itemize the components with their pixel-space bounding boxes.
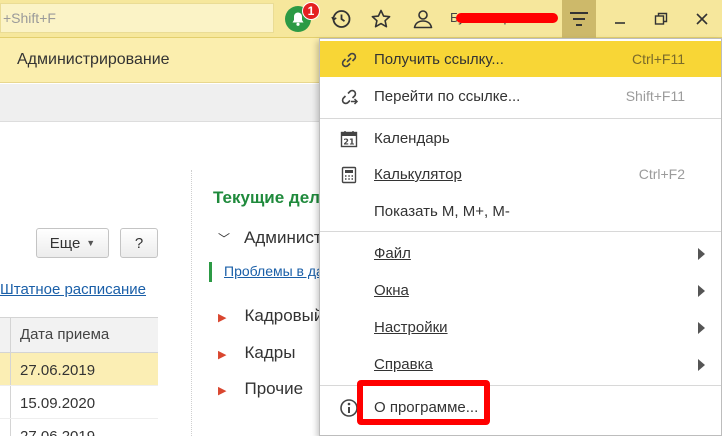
group-label: Прочие — [244, 379, 304, 398]
app-window: +Shift+F 1 Бухгалтер Юлия — [0, 0, 722, 436]
menu-separator — [320, 231, 721, 232]
user-icon — [413, 10, 433, 29]
menu-item-settings[interactable]: Настройки — [320, 309, 721, 345]
menu-item-label: Получить ссылку... — [374, 51, 504, 68]
menu-item-label: Калькулятор — [374, 166, 462, 183]
main-menu-button[interactable] — [562, 0, 596, 38]
table-cell: 27.06.2019 — [20, 362, 96, 379]
submenu-arrow-icon — [698, 322, 705, 334]
employees-table: Дата приема 27.06.2019 15.09.2020 27.06.… — [0, 317, 158, 436]
group-item[interactable]: ▶ Кадровый учет — [218, 306, 319, 326]
go-link-icon — [338, 86, 360, 108]
table-row[interactable]: 15.09.2020 — [0, 386, 158, 419]
menu-item-go-to-link[interactable]: Перейти по ссылке... Shift+F11 — [320, 78, 721, 114]
menu-item-help[interactable]: Справка — [320, 346, 721, 382]
menu-item-get-link[interactable]: Получить ссылку... Ctrl+F11 — [320, 41, 721, 77]
menu-item-label: Показать M, M+, M- — [374, 203, 510, 220]
menu-item-shortcut: Ctrl+F2 — [638, 166, 685, 182]
menu-item-file[interactable]: Файл — [320, 235, 721, 271]
more-button-label: Еще — [49, 234, 81, 252]
user-button[interactable] — [408, 4, 438, 34]
menu-item-label: Настройки — [374, 319, 448, 336]
chevron-down-icon: ▼ — [86, 238, 96, 248]
problems-link[interactable]: Проблемы в данных — [224, 263, 319, 279]
minimize-button[interactable] — [606, 8, 634, 30]
submenu-arrow-icon — [698, 248, 705, 260]
triangle-right-icon: ▶ — [218, 349, 227, 361]
table-header: Дата приема — [0, 317, 158, 353]
menu-item-windows[interactable]: Окна — [320, 272, 721, 308]
group-item[interactable]: ▶ Кадры — [218, 343, 319, 363]
svg-text:21: 21 — [343, 138, 355, 147]
menu-item-label: Справка — [374, 356, 433, 373]
group-label: Кадровый учет — [244, 306, 319, 325]
main-menu-icon — [570, 12, 588, 26]
admin-group-label: Администрирование — [244, 228, 319, 247]
help-button[interactable]: ? — [120, 228, 158, 258]
restore-icon — [654, 12, 668, 25]
history-button[interactable] — [326, 4, 356, 34]
menu-item-calculator[interactable]: Калькулятор Ctrl+F2 — [320, 156, 721, 192]
group-label: Кадры — [244, 343, 296, 362]
current-tasks-title: Текущие дела — [213, 188, 319, 207]
menu-item-shortcut: Ctrl+F11 — [631, 51, 685, 67]
bell-icon: 1 — [285, 2, 320, 32]
close-button[interactable] — [688, 8, 716, 30]
table-row[interactable]: 27.06.2019 — [0, 419, 158, 436]
history-icon — [331, 10, 351, 28]
problems-marker — [209, 262, 212, 282]
calendar-icon: 21 — [338, 128, 360, 150]
table-cell: 15.09.2020 — [20, 395, 96, 412]
table-cell: 27.06.2019 — [11, 419, 158, 436]
table-row[interactable]: 27.06.2019 — [0, 353, 158, 386]
star-icon — [371, 9, 391, 28]
minimize-icon — [615, 22, 625, 24]
triangle-right-icon: ▶ — [218, 385, 227, 397]
section-title[interactable]: Администрирование — [17, 51, 170, 69]
notification-badge: 1 — [302, 2, 320, 20]
chevron-down-icon: ﹀ — [218, 232, 231, 246]
submenu-arrow-icon — [698, 359, 705, 371]
triangle-right-icon: ▶ — [218, 312, 227, 324]
panel-divider — [191, 170, 192, 436]
staff-schedule-link[interactable]: Штатное расписание — [0, 281, 146, 298]
restore-button[interactable] — [647, 8, 675, 30]
menu-separator — [320, 118, 721, 119]
search-input[interactable]: +Shift+F — [0, 3, 274, 33]
column-hire-date[interactable]: Дата приема — [11, 318, 158, 352]
group-item[interactable]: ▶ Прочие — [218, 379, 319, 399]
redaction-mark — [456, 13, 558, 23]
admin-group[interactable]: ﹀ Администрирование — [218, 228, 319, 248]
menu-item-label: Календарь — [374, 130, 450, 147]
more-button[interactable]: Еще ▼ — [36, 228, 109, 258]
top-bar: +Shift+F 1 Бухгалтер Юлия — [0, 0, 722, 38]
menu-item-label: Файл — [374, 245, 411, 262]
submenu-arrow-icon — [698, 285, 705, 297]
menu-item-label: Окна — [374, 282, 409, 299]
annotation-highlight-box — [357, 380, 490, 425]
main-menu-dropdown: Получить ссылку... Ctrl+F11 Перейти по с… — [319, 38, 722, 436]
menu-item-calendar[interactable]: 21 Календарь — [320, 120, 721, 156]
notifications-button[interactable]: 1 — [283, 2, 320, 34]
calculator-icon — [338, 164, 360, 186]
favorites-button[interactable] — [366, 4, 396, 34]
menu-item-label: Перейти по ссылке... — [374, 88, 521, 105]
menu-item-shortcut: Shift+F11 — [625, 88, 685, 104]
menu-item-show-memory[interactable]: Показать M, M+, M- — [320, 193, 721, 229]
link-icon — [338, 49, 360, 71]
close-icon — [696, 13, 708, 25]
